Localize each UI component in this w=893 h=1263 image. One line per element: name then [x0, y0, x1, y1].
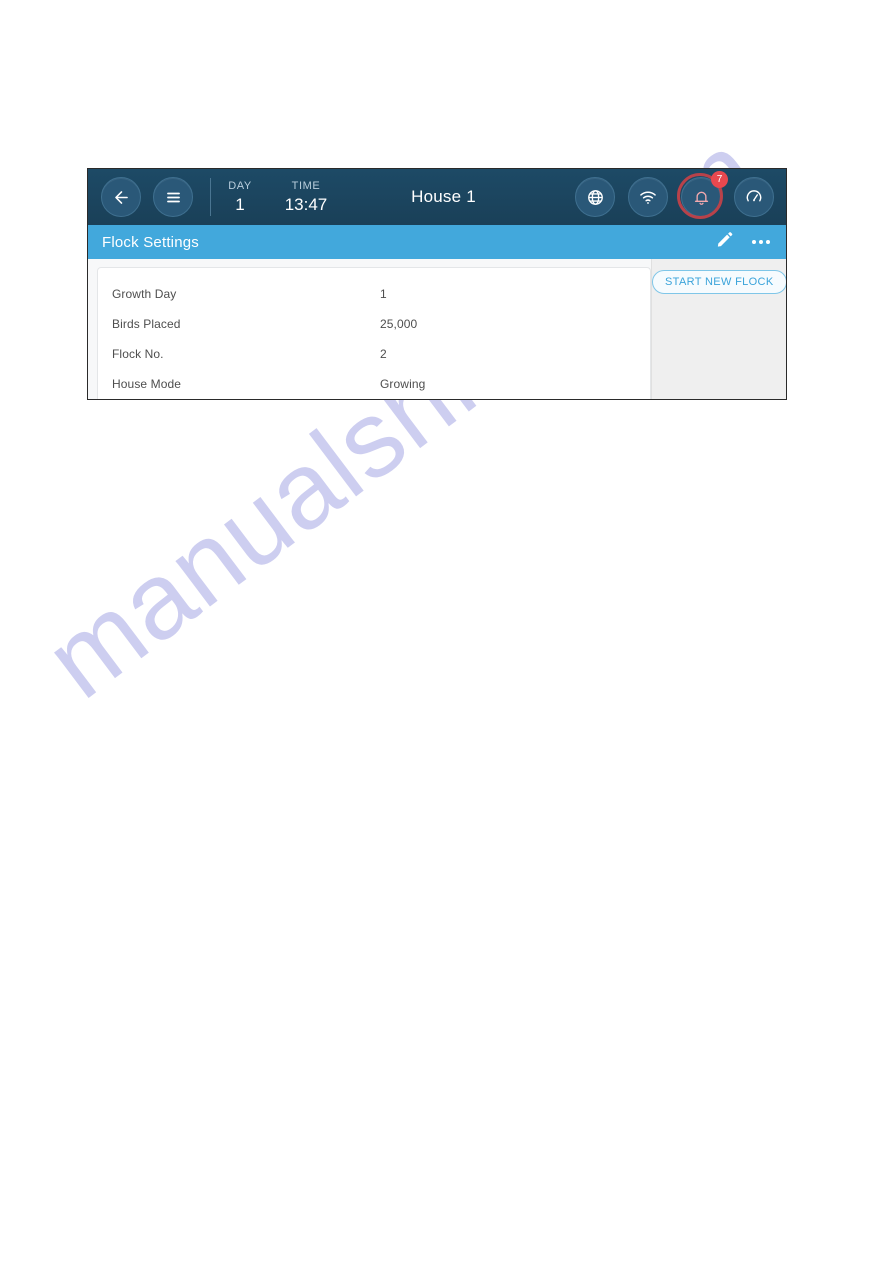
wifi-button[interactable] — [628, 177, 668, 217]
controller-screen: DAY 1 TIME 13:47 House 1 7 Flock Setting… — [87, 168, 787, 400]
top-status-bar: DAY 1 TIME 13:47 House 1 7 — [88, 169, 786, 225]
wifi-icon — [638, 187, 658, 207]
actions-sidebar: START NEW FLOCK — [651, 259, 786, 399]
page-header-actions — [715, 230, 770, 254]
more-options-icon[interactable] — [752, 240, 770, 244]
row-value: 2 — [380, 347, 387, 361]
menu-button[interactable] — [153, 177, 193, 217]
time-value: 13:47 — [284, 194, 328, 214]
row-value: 25,000 — [380, 317, 418, 331]
page-body: Growth Day 1 Birds Placed 25,000 Flock N… — [88, 259, 786, 399]
page-header-bar: Flock Settings — [88, 225, 786, 259]
row-value: Growing — [380, 377, 426, 391]
gauge-button[interactable] — [734, 177, 774, 217]
gauge-speedometer-icon — [744, 187, 764, 207]
alarm-button-wrapper[interactable]: 7 — [677, 171, 728, 219]
day-readout: DAY 1 — [227, 179, 253, 216]
header-icon-group: 7 — [562, 171, 774, 219]
start-new-flock-button[interactable]: START NEW FLOCK — [652, 270, 786, 294]
page-title: Flock Settings — [102, 233, 200, 251]
header-divider — [210, 178, 211, 216]
row-label: House Mode — [112, 377, 182, 391]
house-title: House 1 — [411, 187, 476, 206]
settings-content-column: Growth Day 1 Birds Placed 25,000 Flock N… — [88, 259, 651, 399]
pencil-edit-icon[interactable] — [715, 230, 734, 254]
row-label: Growth Day — [112, 287, 177, 301]
row-label: Flock No. — [112, 347, 164, 361]
day-value: 1 — [235, 194, 245, 214]
arrow-left-icon — [112, 188, 131, 207]
bell-alarm-icon — [692, 188, 711, 207]
network-button[interactable] — [575, 177, 615, 217]
row-label: Birds Placed — [112, 317, 181, 331]
settings-row-house-mode[interactable]: House Mode Growing — [98, 369, 650, 399]
time-label: TIME — [291, 179, 321, 192]
day-label: DAY — [228, 179, 252, 192]
settings-row-growth-day[interactable]: Growth Day 1 — [98, 279, 650, 309]
settings-row-birds-placed[interactable]: Birds Placed 25,000 — [98, 309, 650, 339]
alarm-count-badge: 7 — [711, 171, 728, 188]
globe-icon — [586, 188, 605, 207]
day-time-readout: DAY 1 TIME 13:47 — [227, 179, 335, 216]
hamburger-menu-icon — [164, 188, 183, 207]
time-readout: TIME 13:47 — [277, 179, 335, 216]
settings-row-flock-no[interactable]: Flock No. 2 — [98, 339, 650, 369]
flock-settings-card: Growth Day 1 Birds Placed 25,000 Flock N… — [97, 267, 651, 399]
row-value: 1 — [380, 287, 387, 301]
back-button[interactable] — [101, 177, 141, 217]
